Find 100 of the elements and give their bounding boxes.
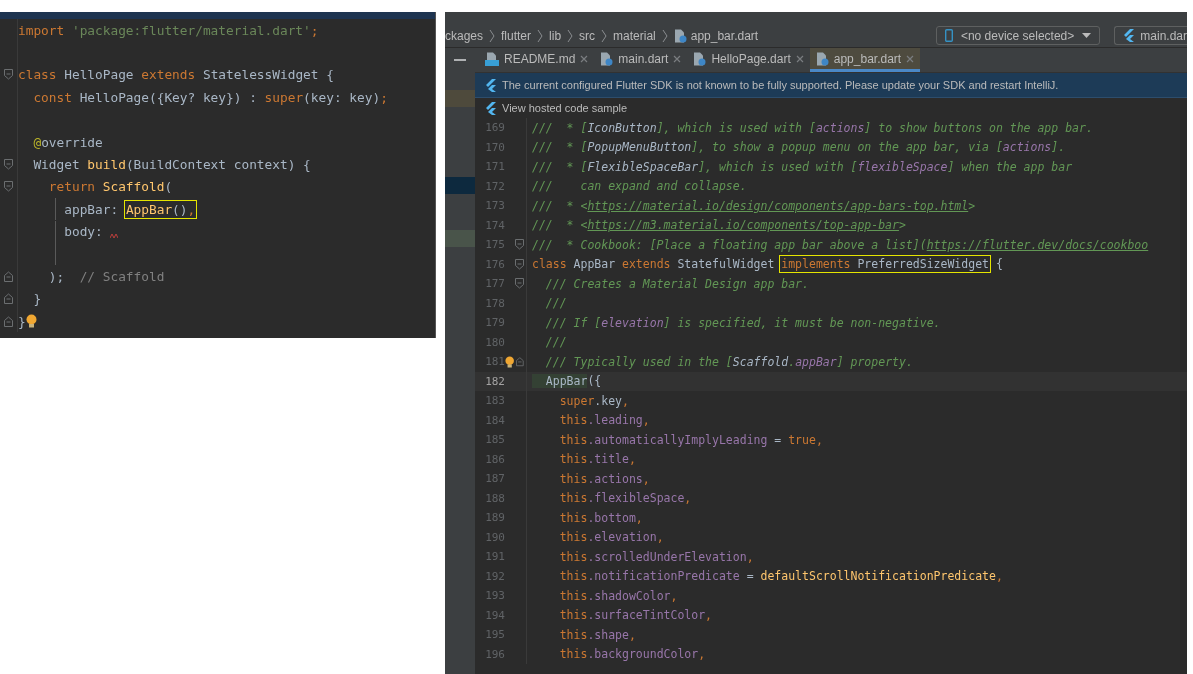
fold-icon[interactable] bbox=[515, 239, 524, 251]
line-number: 181 bbox=[484, 355, 505, 369]
code-line: class AppBar extends StatefulWidget implements PreferredSizeWidget { bbox=[532, 257, 1003, 272]
fold-icon[interactable] bbox=[515, 278, 524, 290]
code-sample-link[interactable]: View hosted code sample bbox=[502, 102, 628, 114]
code-line: body: bbox=[63, 224, 104, 240]
chevron-icon bbox=[537, 28, 544, 43]
device-selector[interactable]: <no device selected> bbox=[935, 26, 1101, 45]
file-icon bbox=[600, 51, 614, 66]
line-number: 173 bbox=[484, 199, 505, 213]
fold-icon[interactable] bbox=[4, 69, 13, 81]
code-line: } bbox=[18, 313, 26, 329]
line-number: 195 bbox=[484, 628, 505, 642]
phone-icon bbox=[944, 29, 953, 42]
close-icon[interactable] bbox=[906, 54, 915, 63]
line-number: 171 bbox=[484, 160, 505, 174]
line-number: 178 bbox=[484, 296, 505, 310]
line-number: 180 bbox=[484, 335, 505, 349]
line-number: 172 bbox=[484, 179, 505, 193]
editor-tab[interactable]: HelloPage.dart bbox=[687, 48, 810, 72]
code-line: class HelloPage extends StatelessWidget { bbox=[18, 67, 334, 83]
code-line: Widget build(BuildContext context) { bbox=[32, 157, 311, 173]
fold-icon[interactable] bbox=[515, 258, 524, 270]
breadcrumb[interactable]: ckages bbox=[445, 28, 484, 43]
code-line: /// bbox=[544, 296, 567, 311]
code-line: /// If [elevation] is specified, it must be non-negative. bbox=[544, 315, 941, 330]
line-number: 183 bbox=[484, 394, 505, 408]
fold-icon[interactable] bbox=[4, 271, 13, 282]
editor-tab[interactable]: README.md bbox=[479, 48, 595, 72]
code-line: /// * [FlexibleSpaceBar], which is used with [flexibleSpace] when the app bar bbox=[532, 159, 1073, 174]
line-number: 184 bbox=[484, 413, 505, 427]
line-number: 193 bbox=[484, 589, 505, 603]
markdown-file-icon bbox=[485, 51, 499, 66]
code-line: /// Typically used in the [Scaffold.appBar] property. bbox=[544, 354, 913, 369]
line-number: 189 bbox=[484, 511, 505, 525]
line-number: 190 bbox=[484, 530, 505, 544]
line-number: 169 bbox=[484, 121, 505, 135]
line-number: 179 bbox=[484, 316, 505, 330]
code-line: this.automaticallyImplyLeading = true, bbox=[558, 432, 823, 447]
code-line: this.title, bbox=[558, 452, 636, 467]
line-number: 188 bbox=[484, 491, 505, 505]
code-line: /// bbox=[544, 335, 567, 350]
line-number: 182 bbox=[484, 374, 505, 388]
chevron-icon bbox=[601, 28, 608, 43]
line-number: 186 bbox=[484, 452, 505, 466]
code-line: const HelloPage({Key? key}) : super(key: key); bbox=[32, 89, 388, 105]
code-line: this.actions, bbox=[558, 471, 650, 486]
code-line: /// Creates a Material Design app bar. bbox=[544, 276, 809, 291]
code-line: this.shadowColor, bbox=[558, 588, 678, 603]
code-line: AppBar({ bbox=[532, 374, 602, 389]
editor-tab[interactable]: main.dart bbox=[594, 48, 688, 72]
close-icon[interactable] bbox=[580, 54, 589, 63]
code-line: this.bottom, bbox=[558, 510, 643, 525]
code-line: /// * <https://m3.material.io/components/top-app-bar> bbox=[532, 218, 906, 233]
chevron-icon bbox=[567, 28, 574, 43]
chevron-icon bbox=[661, 28, 668, 43]
code-line: this.shape, bbox=[558, 627, 636, 642]
caret-icon bbox=[1082, 33, 1092, 38]
close-icon[interactable] bbox=[795, 54, 804, 63]
banner-text: The current configured Flutter SDK is not known to be fully supported. Please update your SDK and restart IntelliJ. bbox=[502, 79, 1059, 91]
code-line: return Scaffold( bbox=[47, 179, 173, 195]
breadcrumb[interactable]: flutter bbox=[501, 28, 532, 43]
breadcrumb[interactable]: app_bar.dart bbox=[673, 28, 759, 43]
breadcrumb[interactable]: src bbox=[579, 28, 596, 43]
close-icon[interactable] bbox=[673, 54, 682, 63]
file-icon bbox=[693, 51, 707, 66]
fold-icon[interactable] bbox=[4, 159, 13, 171]
line-number: 174 bbox=[484, 218, 505, 232]
flutter-icon bbox=[1123, 29, 1135, 42]
code-line: /// * [PopupMenuButton], to show a popup menu on the app bar, via [actions]. bbox=[532, 140, 1066, 155]
code-line: /// * <https://material.io/design/components/app-bars-top.html> bbox=[532, 198, 976, 213]
code-line: super.key, bbox=[558, 393, 629, 408]
code-line: this.leading, bbox=[558, 413, 650, 428]
file-icon bbox=[815, 51, 829, 66]
file-icon bbox=[673, 28, 687, 43]
code-line: this.scrolledUnderElevation, bbox=[558, 549, 754, 564]
code-line: ); // Scaffold bbox=[47, 269, 165, 284]
lightbulb-icon[interactable] bbox=[505, 354, 515, 369]
line-number: 187 bbox=[484, 472, 505, 486]
code-line: this.surfaceTintColor, bbox=[558, 608, 713, 623]
line-number: 177 bbox=[484, 277, 505, 291]
run-config-selector[interactable]: main.dar bbox=[1114, 26, 1187, 45]
fold-icon[interactable] bbox=[4, 181, 13, 193]
code-line: appBar: AppBar(), bbox=[63, 201, 196, 217]
code-line: /// * Cookbook: [Place a floating app bar above a list](https://flutter.dev/docs/cookboo bbox=[532, 237, 1149, 252]
line-number: 175 bbox=[484, 238, 505, 252]
fold-icon[interactable] bbox=[4, 293, 13, 305]
line-number: 185 bbox=[484, 433, 505, 447]
breadcrumb[interactable]: lib bbox=[549, 28, 562, 43]
lightbulb-icon[interactable] bbox=[25, 314, 37, 329]
code-line: /// * [IconButton], which is used with [actions] to show buttons on the app bar. bbox=[532, 120, 1093, 135]
code-line: } bbox=[32, 291, 42, 307]
editor-tab[interactable]: app_bar.dart bbox=[809, 48, 921, 72]
flutter-icon bbox=[485, 101, 496, 115]
breadcrumb[interactable]: material bbox=[613, 28, 656, 43]
fold-icon[interactable] bbox=[4, 315, 13, 327]
line-number: 192 bbox=[484, 569, 505, 583]
flutter-icon bbox=[485, 78, 496, 92]
code-line: this.notificationPredicate = defaultScrollNotificationPredicate, bbox=[558, 569, 1003, 584]
line-number: 196 bbox=[484, 647, 505, 661]
